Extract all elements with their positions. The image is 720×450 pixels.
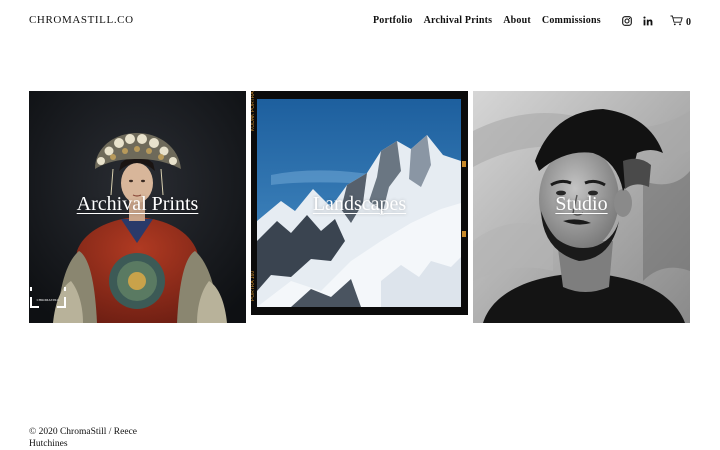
- cart-icon: [670, 15, 683, 29]
- portfolio-gallery: CHROMASTILL Archival Prints KODAK PORTRA…: [29, 91, 690, 323]
- nav-commissions[interactable]: Commissions: [542, 15, 601, 26]
- svg-text:KODAK PORTRA 160: KODAK PORTRA 160: [251, 91, 256, 131]
- cart-count: 0: [686, 16, 691, 28]
- nav-about[interactable]: About: [503, 15, 531, 26]
- tile-title-landscapes[interactable]: Landscapes: [251, 193, 468, 216]
- cart-button[interactable]: 0: [670, 15, 691, 29]
- svg-text:PORTRA 160: PORTRA 160: [251, 271, 256, 301]
- gallery-tile-archival-prints[interactable]: CHROMASTILL Archival Prints: [29, 91, 246, 323]
- site-brand[interactable]: CHROMASTILL.CO: [29, 14, 134, 26]
- instagram-icon[interactable]: [622, 16, 632, 26]
- page: CHROMASTILL.CO Portfolio Archival Prints…: [0, 0, 720, 450]
- gallery-tile-landscapes[interactable]: KODAK PORTRA 160 PORTRA 160 Landscapes: [251, 91, 468, 323]
- nav-archival-prints[interactable]: Archival Prints: [424, 15, 493, 26]
- tile-title-archival-prints[interactable]: Archival Prints: [29, 193, 246, 216]
- social-links: [622, 16, 664, 26]
- footer-copyright: © 2020 ChromaStill / Reece Hutchines: [29, 427, 138, 449]
- main-nav: Portfolio Archival Prints About Commissi…: [373, 15, 612, 26]
- gallery-tile-studio[interactable]: Studio: [473, 91, 690, 323]
- nav-portfolio[interactable]: Portfolio: [373, 15, 413, 26]
- tile-title-studio[interactable]: Studio: [473, 193, 690, 216]
- watermark-text: CHROMASTILL: [37, 298, 60, 302]
- linkedin-icon[interactable]: [643, 16, 653, 26]
